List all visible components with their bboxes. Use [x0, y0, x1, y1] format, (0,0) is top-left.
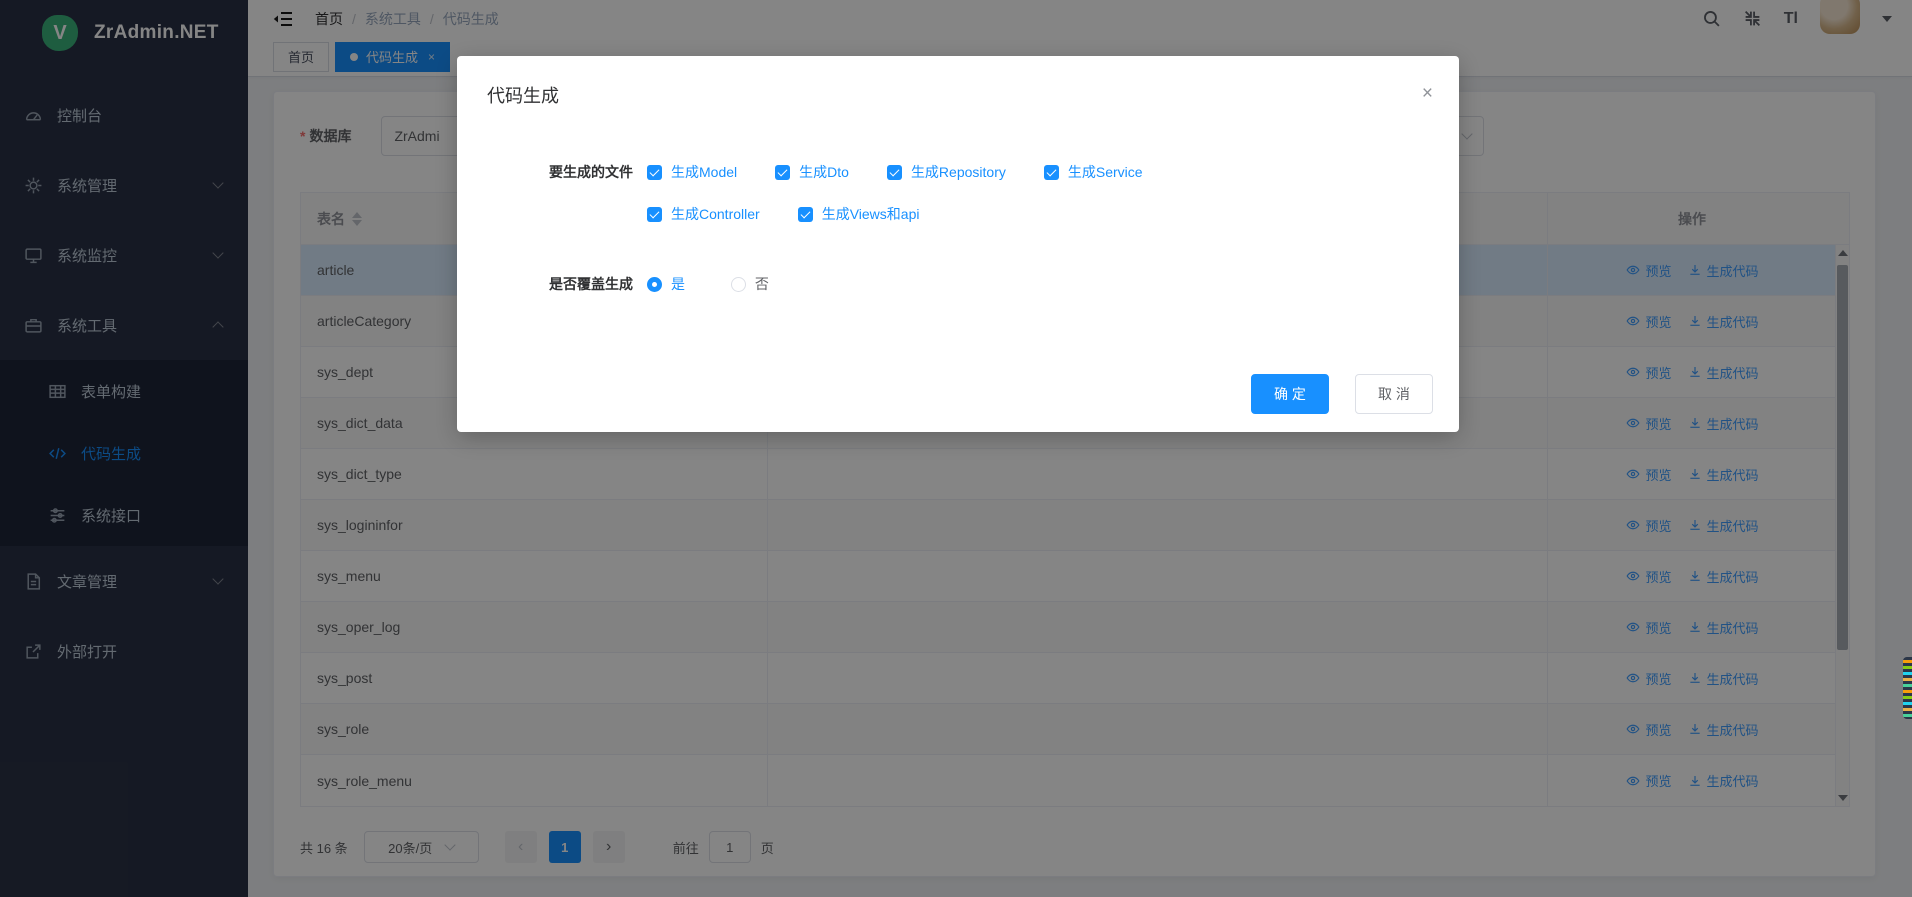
close-icon[interactable]: × [1422, 84, 1433, 103]
checkbox-checked-icon [775, 165, 790, 180]
files-to-generate-row: 要生成的文件 生成Model 生成Dto 生成Repository 生成Serv… [457, 162, 1459, 246]
checkbox-model[interactable]: 生成Model [647, 162, 737, 182]
dialog-title: 代码生成 [487, 86, 559, 106]
radio-unselected-icon [731, 277, 746, 292]
checkbox-service[interactable]: 生成Service [1044, 162, 1143, 182]
checkbox-checked-icon [887, 165, 902, 180]
code-generation-dialog: 代码生成 × 要生成的文件 生成Model 生成Dto 生成Repository… [457, 56, 1459, 432]
radio-selected-icon [647, 277, 662, 292]
radio-yes[interactable]: 是 [647, 274, 685, 294]
edge-floating-widget[interactable] [1903, 657, 1912, 719]
cancel-button[interactable]: 取 消 [1355, 374, 1433, 414]
checkbox-repository[interactable]: 生成Repository [887, 162, 1006, 182]
overwrite-row: 是否覆盖生成 是 否 [457, 274, 1459, 295]
radio-no[interactable]: 否 [731, 274, 769, 294]
files-label: 要生成的文件 [457, 162, 647, 182]
checkbox-dto[interactable]: 生成Dto [775, 162, 849, 182]
checkbox-checked-icon [647, 165, 662, 180]
checkbox-views-api[interactable]: 生成Views和api [798, 204, 920, 224]
checkbox-controller[interactable]: 生成Controller [647, 204, 760, 224]
checkbox-checked-icon [1044, 165, 1059, 180]
checkbox-checked-icon [798, 207, 813, 222]
checkbox-checked-icon [647, 207, 662, 222]
overwrite-label: 是否覆盖生成 [457, 274, 647, 294]
confirm-button[interactable]: 确 定 [1251, 374, 1329, 414]
